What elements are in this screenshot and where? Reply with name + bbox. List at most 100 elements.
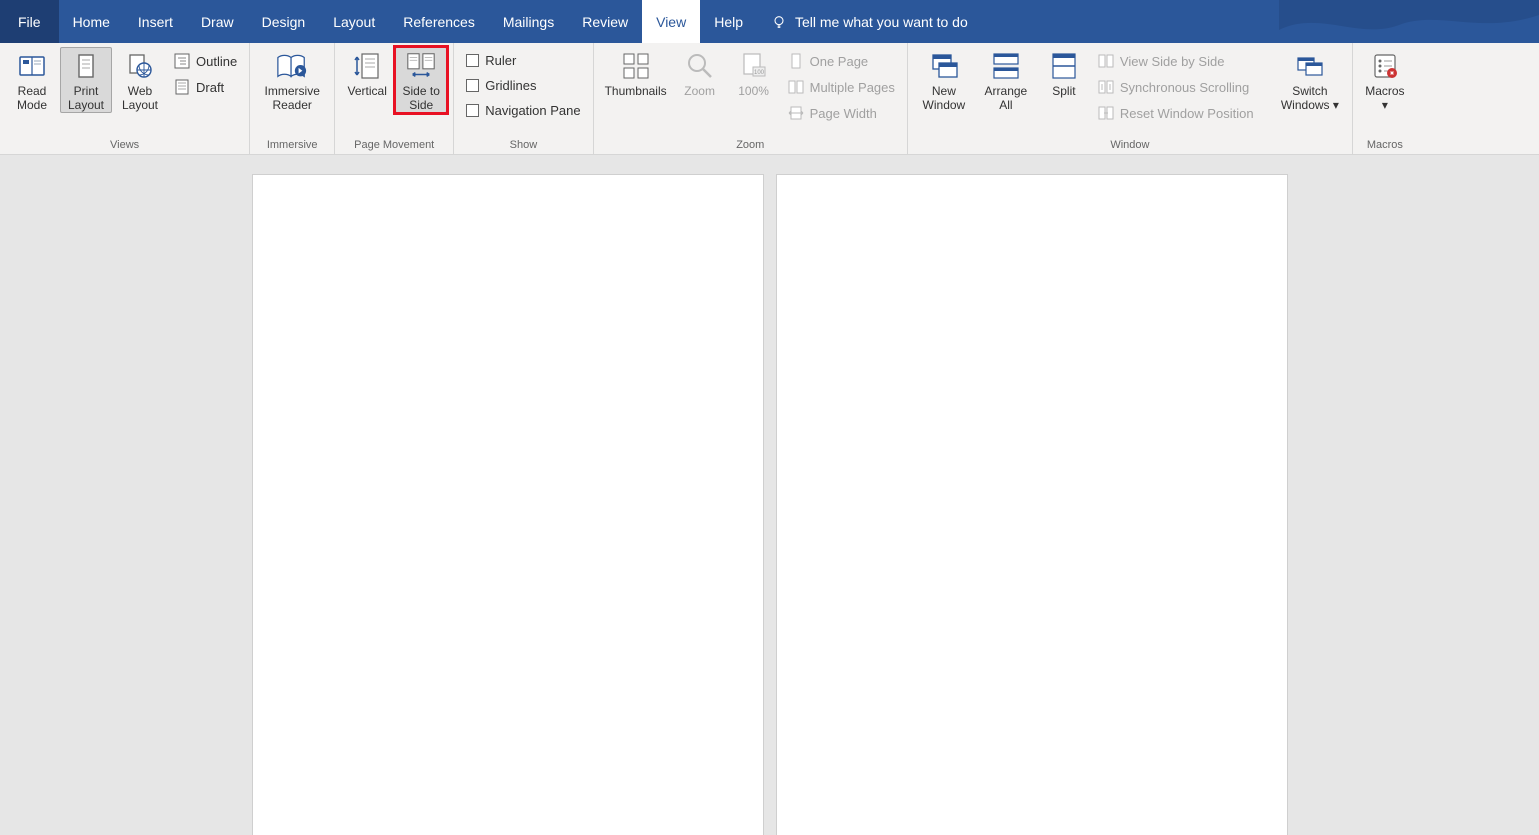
checkbox-icon	[466, 79, 479, 92]
gridlines-label: Gridlines	[485, 78, 536, 93]
group-show: Ruler Gridlines Navigation Pane Show	[454, 43, 593, 154]
tab-draw[interactable]: Draw	[187, 0, 248, 43]
switch-windows-button[interactable]: Switch Windows ▾	[1274, 47, 1346, 113]
one-page-label: One Page	[810, 54, 869, 69]
group-zoom: Thumbnails Zoom 100 100% One Page	[594, 43, 908, 154]
print-layout-button[interactable]: Print Layout	[60, 47, 112, 113]
synchronous-scrolling-button: Synchronous Scrolling	[1092, 75, 1272, 99]
group-show-label: Show	[510, 137, 538, 151]
split-icon	[1048, 50, 1080, 82]
tab-home[interactable]: Home	[59, 0, 124, 43]
print-layout-label: Print Layout	[63, 84, 109, 112]
zoom-100-label: 100%	[738, 84, 769, 98]
vertical-label: Vertical	[348, 84, 387, 98]
read-mode-label: Read Mode	[9, 84, 55, 112]
tab-insert[interactable]: Insert	[124, 0, 187, 43]
lightbulb-icon	[771, 14, 787, 30]
one-page-button: One Page	[782, 49, 901, 73]
group-page-movement-label: Page Movement	[354, 137, 434, 151]
print-layout-icon	[70, 50, 102, 82]
document-page[interactable]	[253, 175, 763, 835]
split-button[interactable]: Split	[1038, 47, 1090, 99]
new-window-label: New Window	[917, 84, 971, 112]
side-to-side-label: Side to Side	[398, 84, 444, 112]
chevron-down-icon: ▾	[1333, 98, 1339, 112]
tab-view[interactable]: View	[642, 0, 700, 43]
group-window-label: Window	[1110, 137, 1149, 151]
read-mode-icon	[16, 50, 48, 82]
view-side-by-side-icon	[1098, 53, 1114, 69]
tab-review[interactable]: Review	[568, 0, 642, 43]
zoom-100-button: 100 100%	[728, 47, 780, 99]
zoom-button: Zoom	[674, 47, 726, 99]
tab-layout[interactable]: Layout	[319, 0, 389, 43]
new-window-icon	[928, 50, 960, 82]
reset-window-position-label: Reset Window Position	[1120, 106, 1254, 121]
document-area	[0, 155, 1539, 799]
arrange-all-button[interactable]: Arrange All	[976, 47, 1036, 113]
synchronous-scrolling-label: Synchronous Scrolling	[1120, 80, 1249, 95]
group-immersive: Immersive Reader Immersive	[250, 43, 335, 154]
group-immersive-label: Immersive	[267, 137, 318, 151]
tab-file[interactable]: File	[0, 0, 59, 43]
one-page-icon	[788, 53, 804, 69]
side-to-side-button[interactable]: Side to Side	[395, 47, 447, 113]
svg-text:100: 100	[754, 70, 765, 76]
arrange-all-icon	[990, 50, 1022, 82]
web-layout-button[interactable]: Web Layout	[114, 47, 166, 113]
group-page-movement: Vertical Side to Side Page Movement	[335, 43, 454, 154]
page-width-icon	[788, 105, 804, 121]
tab-help[interactable]: Help	[700, 0, 757, 43]
page-width-label: Page Width	[810, 106, 877, 121]
web-layout-icon	[124, 50, 156, 82]
zoom-icon	[684, 50, 716, 82]
group-macros: Macros▾ Macros	[1353, 43, 1417, 154]
immersive-reader-label: Immersive Reader	[259, 84, 325, 112]
tab-references[interactable]: References	[389, 0, 489, 43]
vertical-button[interactable]: Vertical	[341, 47, 393, 99]
ruler-checkbox[interactable]: Ruler	[460, 49, 586, 72]
checkbox-icon	[466, 54, 479, 67]
reset-window-position-button: Reset Window Position	[1092, 101, 1272, 125]
ribbon: Read Mode Print Layout Web Layout Outlin…	[0, 43, 1539, 155]
arrange-all-label: Arrange All	[979, 84, 1033, 112]
draft-label: Draft	[196, 80, 224, 95]
checkbox-icon	[466, 104, 479, 117]
view-side-by-side-label: View Side by Side	[1120, 54, 1225, 69]
title-decoration	[1279, 0, 1539, 43]
group-views: Read Mode Print Layout Web Layout Outlin…	[0, 43, 250, 154]
split-label: Split	[1052, 84, 1075, 98]
switch-windows-label: Switch Windows ▾	[1277, 84, 1343, 112]
read-mode-button[interactable]: Read Mode	[6, 47, 58, 113]
tab-design[interactable]: Design	[248, 0, 320, 43]
multiple-pages-label: Multiple Pages	[810, 80, 895, 95]
new-window-button[interactable]: New Window	[914, 47, 974, 113]
group-zoom-label: Zoom	[736, 137, 764, 151]
document-page[interactable]	[777, 175, 1287, 835]
macros-button[interactable]: Macros▾	[1359, 47, 1411, 113]
tell-me-search[interactable]: Tell me what you want to do	[757, 0, 982, 43]
outline-label: Outline	[196, 54, 237, 69]
tell-me-label: Tell me what you want to do	[795, 14, 968, 30]
vertical-icon	[351, 50, 383, 82]
navigation-pane-checkbox[interactable]: Navigation Pane	[460, 99, 586, 122]
side-to-side-icon	[405, 50, 437, 82]
page-width-button: Page Width	[782, 101, 901, 125]
thumbnails-button[interactable]: Thumbnails	[600, 47, 672, 99]
group-views-label: Views	[110, 137, 139, 151]
tab-mailings[interactable]: Mailings	[489, 0, 568, 43]
chevron-down-icon: ▾	[1382, 98, 1388, 112]
gridlines-checkbox[interactable]: Gridlines	[460, 74, 586, 97]
menubar: File Home Insert Draw Design Layout Refe…	[0, 0, 1539, 43]
navigation-label: Navigation Pane	[485, 103, 580, 118]
macros-icon	[1369, 50, 1401, 82]
group-window: New Window Arrange All Split View Side b…	[908, 43, 1353, 154]
immersive-reader-button[interactable]: Immersive Reader	[256, 47, 328, 113]
reset-window-position-icon	[1098, 105, 1114, 121]
draft-button[interactable]: Draft	[168, 75, 243, 99]
macros-label: Macros▾	[1365, 84, 1404, 112]
outline-button[interactable]: Outline	[168, 49, 243, 73]
thumbnails-icon	[620, 50, 652, 82]
thumbnails-label: Thumbnails	[605, 84, 667, 98]
outline-icon	[174, 53, 190, 69]
